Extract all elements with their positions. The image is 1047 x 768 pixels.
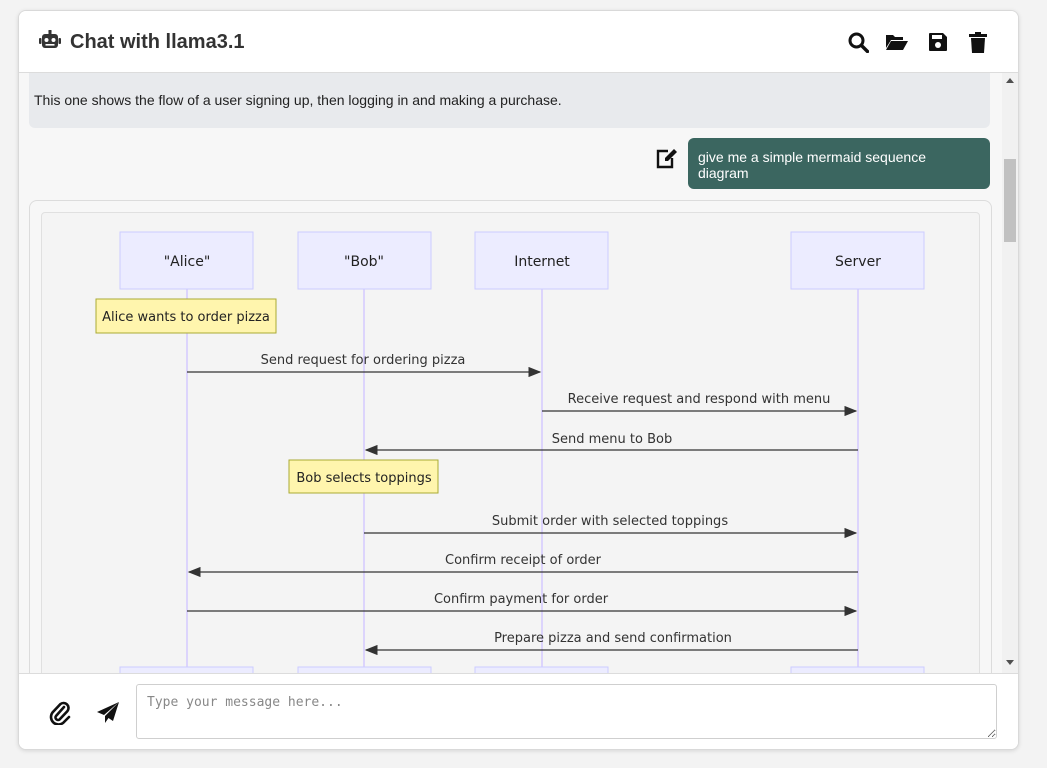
svg-text:Send menu to Bob: Send menu to Bob [552,432,672,447]
attach-button[interactable] [47,700,73,726]
message-input[interactable] [136,684,997,739]
svg-text:Submit order with selected top: Submit order with selected toppings [492,514,728,529]
user-message-text: give me a simple mermaid sequence diagra… [698,149,926,181]
message-4: Submit order with selected toppings [364,514,858,539]
sequence-diagram: "Alice" "Bob" Internet Server Alice want… [95,231,925,673]
assistant-message-text: This one shows the flow of a user signin… [34,92,562,108]
diagram-message: "Alice" "Bob" Internet Server Alice want… [29,200,992,673]
participant-internet: Internet [474,231,609,290]
folder-open-icon [886,35,908,50]
user-message: give me a simple mermaid sequence diagra… [688,138,990,189]
sequence-diagram-container: "Alice" "Bob" Internet Server Alice want… [41,212,980,673]
chat-window: Chat with llama3.1 This one shows the fl… [18,10,1019,750]
chat-area: This one shows the flow of a user signin… [19,73,1018,673]
svg-text:Confirm payment for order: Confirm payment for order [434,592,609,607]
robot-icon [39,29,61,55]
message-3: Send menu to Bob [364,432,858,456]
svg-text:Alice wants to order pizza: Alice wants to order pizza [102,310,270,325]
note-alice: Alice wants to order pizza [95,298,277,334]
svg-text:Send request for ordering pizz: Send request for ordering pizza [261,353,466,368]
svg-text:Prepare pizza and send confirm: Prepare pizza and send confirmation [494,631,732,646]
open-button[interactable] [885,30,909,54]
svg-text:Receive request and respond wi: Receive request and respond with menu [568,392,831,407]
page-title: Chat with llama3.1 [70,31,245,53]
chat-scrollbar[interactable] [1002,73,1018,673]
message-2: Receive request and respond with menu [542,392,858,417]
save-button[interactable] [926,30,950,54]
svg-text:Bob selects toppings: Bob selects toppings [296,471,431,486]
svg-text:"Alice": "Alice" [164,254,211,270]
participant-bob: "Bob" [297,231,432,290]
edit-icon [656,149,677,169]
svg-text:Internet: Internet [514,254,570,270]
send-icon [97,702,119,723]
search-icon [848,32,869,53]
participant-alice: "Alice" [119,231,254,290]
svg-text:Confirm receipt of order: Confirm receipt of order [445,553,602,568]
message-5: Confirm receipt of order [187,553,858,578]
header: Chat with llama3.1 [19,11,1018,73]
save-icon [929,33,947,51]
search-button[interactable] [846,30,870,54]
edit-message-button[interactable] [656,149,678,171]
assistant-message: This one shows the flow of a user signin… [29,73,990,128]
svg-text:Server: Server [835,254,881,270]
scroll-down-icon[interactable] [1006,660,1014,666]
scroll-thumb[interactable] [1004,159,1016,242]
scroll-up-icon[interactable] [1006,77,1014,83]
svg-text:"Bob": "Bob" [344,254,384,270]
paperclip-icon [49,701,71,725]
message-6: Confirm payment for order [187,592,858,617]
trash-icon [969,31,987,53]
participant-server: Server [790,231,925,290]
note-bob: Bob selects toppings [288,459,439,494]
delete-button[interactable] [966,30,990,54]
message-7: Prepare pizza and send confirmation [364,631,858,656]
composer [19,673,1018,749]
title-area: Chat with llama3.1 [39,29,245,55]
send-button[interactable] [95,700,121,726]
